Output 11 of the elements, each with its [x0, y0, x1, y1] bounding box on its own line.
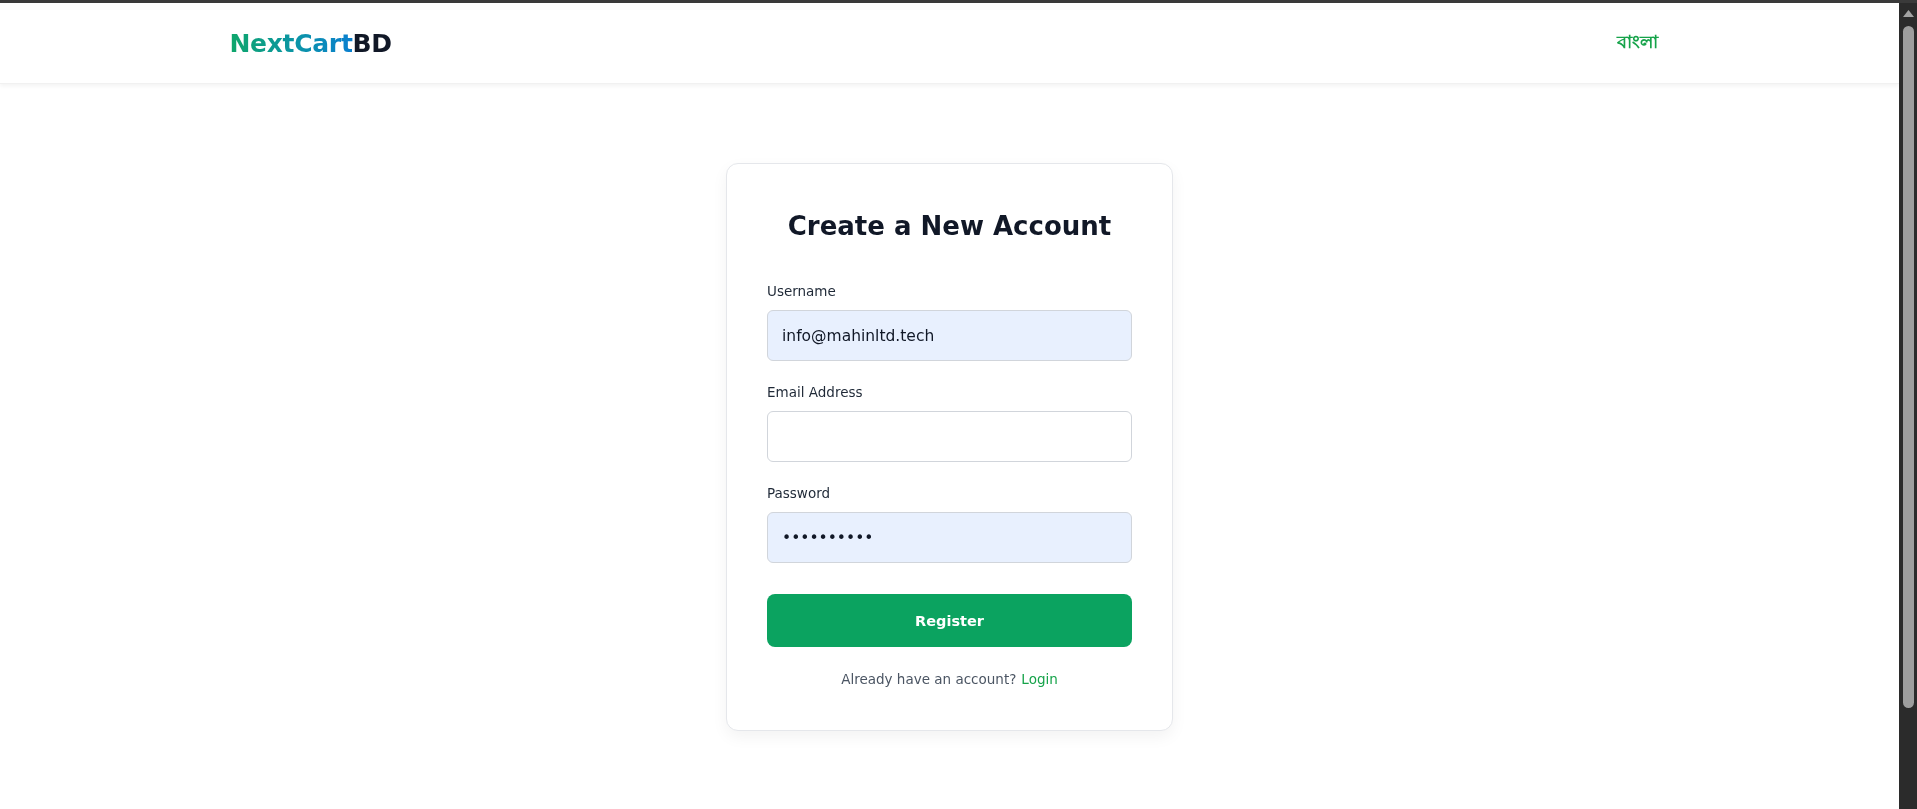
field-label: Username — [767, 282, 836, 301]
input-field[interactable]: info@mahinltd.tech — [767, 310, 1132, 361]
login-prompt-text: Already have an account? — [841, 670, 1017, 689]
scrollbar[interactable] — [1899, 3, 1917, 809]
scrollbar-thumb[interactable] — [1902, 26, 1914, 708]
input-field[interactable]: •••••••••• — [767, 512, 1132, 563]
field-label: Password — [767, 484, 831, 503]
field-label: Email Address — [767, 383, 863, 402]
input-field[interactable] — [767, 411, 1132, 462]
form-title: Create a New Account — [786, 210, 1113, 243]
scroll-up-icon[interactable] — [1902, 10, 1914, 17]
